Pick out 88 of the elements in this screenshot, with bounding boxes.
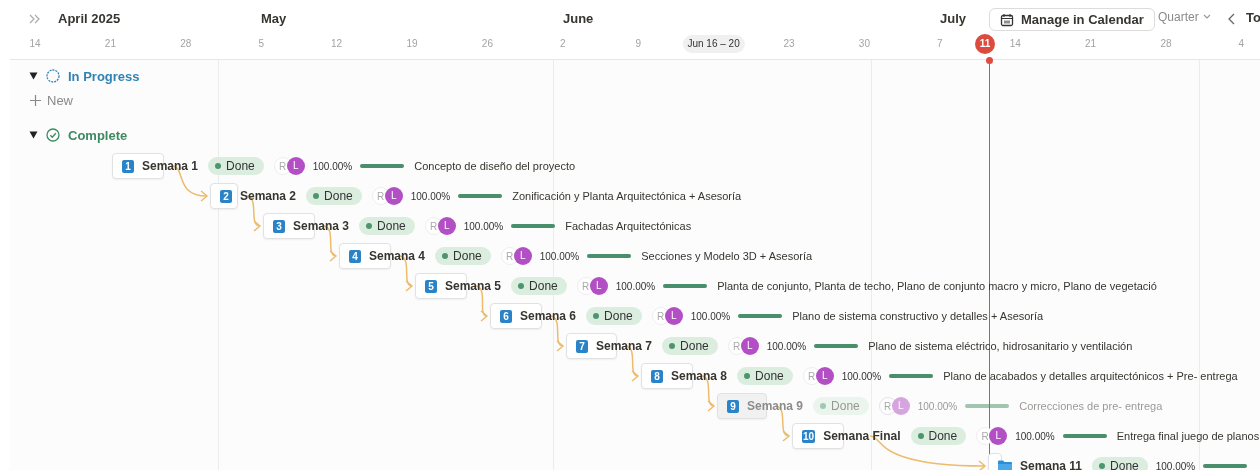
chevron-down-icon xyxy=(1202,14,1211,20)
task-description: Concepto de diseño del proyecto xyxy=(414,160,576,172)
task-description: Secciones y Modelo 3D + Asesoría xyxy=(641,250,813,262)
avatar: L xyxy=(891,397,910,415)
collapse-toggle-icon[interactable] xyxy=(29,131,38,139)
avatar: L xyxy=(989,427,1008,445)
today-marker: 11 xyxy=(975,34,995,54)
task-name: Semana 11 xyxy=(1020,459,1083,470)
task-name: Semana 8 xyxy=(671,369,728,383)
status-tag: Done xyxy=(208,157,264,175)
task-name: Semana 1 xyxy=(142,159,199,173)
day-label: 9 xyxy=(635,37,641,51)
percent-text: 100.00% xyxy=(410,190,451,202)
day-label: 7 xyxy=(937,37,943,51)
avatar: L xyxy=(437,217,456,235)
day-label: 26 xyxy=(481,37,493,51)
group-label[interactable]: Complete xyxy=(68,127,128,143)
status-tag: Done xyxy=(737,367,793,385)
check-circle-icon xyxy=(46,128,60,142)
day-label: 23 xyxy=(783,37,795,51)
percent-text: 100.00% xyxy=(539,250,580,262)
task-description: Correcciones de pre- entrega xyxy=(1019,400,1163,412)
plus-icon xyxy=(30,94,41,106)
percent-text: 100.00% xyxy=(841,370,882,382)
task-name: Semana 3 xyxy=(293,219,350,233)
task-name: Semana Final xyxy=(823,429,901,443)
task-name: Semana 5 xyxy=(445,279,502,293)
percent-text: 100.00% xyxy=(690,310,731,322)
percent-text: 100.00% xyxy=(463,220,504,232)
month-label: July xyxy=(940,11,966,26)
percent-text: 100.00% xyxy=(1155,460,1196,470)
avatar: L xyxy=(589,277,608,295)
collapse-toggle-icon[interactable] xyxy=(29,72,38,80)
status-tag: Done xyxy=(359,217,415,235)
task-description: Plano de sistema constructivo y detalles + Asesoría xyxy=(792,310,1044,322)
avatar: L xyxy=(384,187,403,205)
task-name: Semana 7 xyxy=(596,339,653,353)
today-button[interactable]: To xyxy=(1246,10,1260,25)
day-label: 19 xyxy=(406,37,418,51)
day-label: 30 xyxy=(858,37,870,51)
status-tag: Done xyxy=(910,427,967,445)
status-tag: Done xyxy=(662,337,718,355)
avatar: L xyxy=(815,367,834,385)
day-label: 2 xyxy=(560,37,566,51)
month-label: April 2025 xyxy=(58,11,121,26)
status-tag: Done xyxy=(435,247,491,265)
task-name: Semana 6 xyxy=(520,309,577,323)
day-label: 28 xyxy=(1160,37,1172,51)
chevron-left-icon[interactable] xyxy=(1228,13,1236,25)
task-description: Zonificación y Planta Arquitectónica + Asesoría xyxy=(512,190,742,202)
month-label: May xyxy=(261,11,287,26)
percent-text: 100.00% xyxy=(766,340,807,352)
task-name: Semana 4 xyxy=(369,249,426,263)
group-label[interactable]: In Progress xyxy=(68,68,140,84)
day-label: 14 xyxy=(29,37,41,51)
progress-circle-icon xyxy=(46,69,60,83)
percent-text: 100.00% xyxy=(917,400,958,412)
percent-text: 100.00% xyxy=(312,160,353,172)
day-label: 4 xyxy=(1238,37,1245,51)
view-dropdown[interactable]: Quarter xyxy=(1158,10,1211,24)
status-tag: Done xyxy=(586,307,642,325)
day-label: 21 xyxy=(1085,37,1097,51)
day-label: 14 xyxy=(1009,37,1021,51)
status-tag: Done xyxy=(1092,457,1148,470)
task-name: Semana 9 xyxy=(747,399,804,413)
status-tag: Done xyxy=(511,277,567,295)
new-item-button[interactable]: New xyxy=(30,91,73,109)
day-label: 5 xyxy=(258,37,264,51)
folder-icon xyxy=(998,460,1012,470)
calendar-icon xyxy=(1000,12,1014,27)
avatar: L xyxy=(513,247,532,265)
status-tag: Done xyxy=(306,187,362,205)
date-range-pill: Jun 16 – 20 xyxy=(682,35,745,53)
percent-text: 100.00% xyxy=(1015,430,1055,442)
task-description: Entrega final juego de planos xyxy=(1116,430,1260,442)
task-description: Plano de acabados y detalles arquitectónicos + Pre- entrega xyxy=(943,370,1238,382)
percent-text: 100.00% xyxy=(615,280,656,292)
day-label: 21 xyxy=(104,37,116,51)
day-label: 12 xyxy=(331,37,343,51)
avatar: L xyxy=(740,337,759,355)
manage-calendar-button[interactable]: Manage in Calendar xyxy=(989,8,1155,31)
month-label: June xyxy=(563,11,594,26)
avatar: L xyxy=(664,307,683,325)
day-label: 28 xyxy=(180,37,192,51)
task-name: Semana 2 xyxy=(240,189,297,203)
status-tag: Done xyxy=(813,397,869,415)
avatar: L xyxy=(286,157,305,175)
task-description: Fachadas Arquitectónicas xyxy=(565,220,692,232)
